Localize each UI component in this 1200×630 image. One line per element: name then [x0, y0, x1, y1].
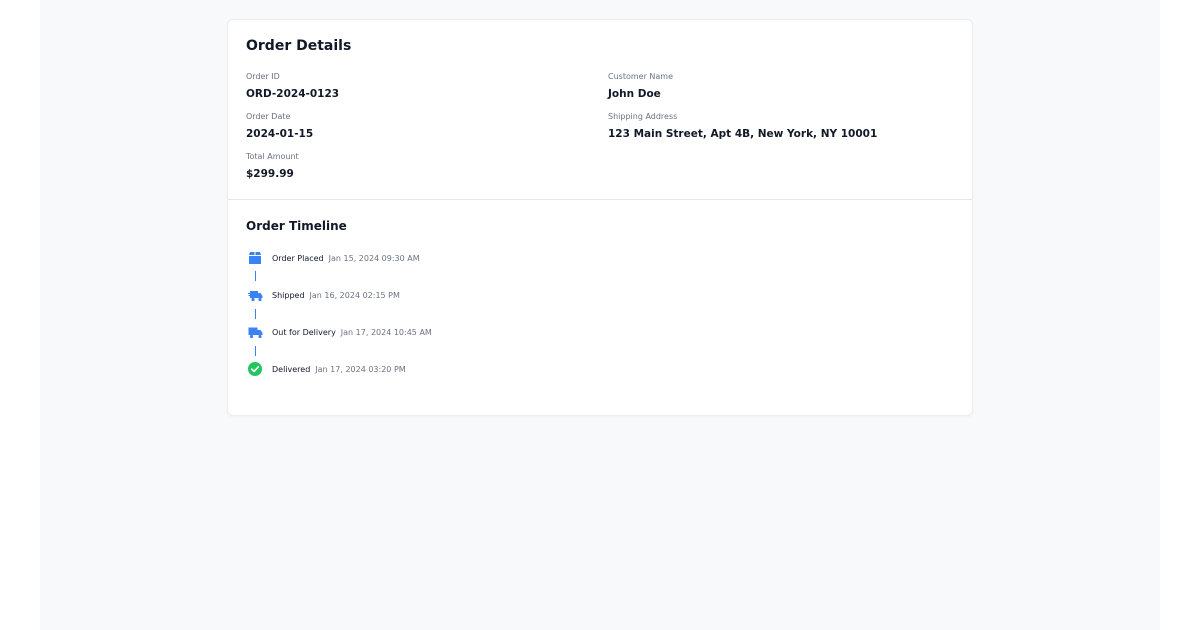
- timeline-connector: [255, 271, 256, 281]
- order-id-value: ORD-2024-0123: [246, 88, 340, 100]
- truck-icon: [246, 324, 264, 340]
- timeline-item-out-for-delivery: Out for Delivery Jan 17, 2024 10:45 AM: [246, 324, 432, 340]
- section-divider: [228, 199, 972, 200]
- customer-name-label: Customer Name: [608, 72, 674, 81]
- total-amount-label: Total Amount: [246, 152, 299, 161]
- timeline-connector: [255, 309, 256, 319]
- order-date-label: Order Date: [246, 112, 291, 121]
- timeline-item-delivered: Delivered Jan 17, 2024 03:20 PM: [246, 361, 406, 377]
- timeline-title: Order Timeline: [246, 219, 347, 233]
- page-title: Order Details: [246, 38, 352, 54]
- shipping-address-label: Shipping Address: [608, 112, 678, 121]
- timeline-event-time: Jan 17, 2024 03:20 PM: [315, 364, 406, 374]
- timeline-item-order-placed: Order Placed Jan 15, 2024 09:30 AM: [246, 250, 420, 266]
- shipping-fast-icon: [246, 287, 264, 303]
- timeline-event-time: Jan 15, 2024 09:30 AM: [328, 253, 420, 263]
- timeline-item-shipped: Shipped Jan 16, 2024 02:15 PM: [246, 287, 400, 303]
- total-amount-field: Total Amount $299.99: [246, 152, 299, 180]
- timeline-connector: [255, 346, 256, 356]
- order-id-field: Order ID ORD-2024-0123: [246, 72, 339, 100]
- timeline-event-label: Shipped: [272, 290, 305, 300]
- timeline-event-label: Delivered: [272, 364, 311, 374]
- timeline-event-label: Order Placed: [272, 253, 324, 263]
- order-details-card: Order Details Order ID ORD-2024-0123 Cus…: [227, 19, 973, 416]
- timeline-event-time: Jan 16, 2024 02:15 PM: [309, 290, 400, 300]
- timeline-event-time: Jan 17, 2024 10:45 AM: [340, 327, 432, 337]
- timeline-event-label: Out for Delivery: [272, 327, 336, 337]
- check-circle-icon: [246, 361, 264, 377]
- customer-name-value: John Doe: [608, 88, 661, 100]
- order-id-label: Order ID: [246, 72, 280, 81]
- total-amount-value: $299.99: [246, 168, 294, 180]
- shipping-address-field: Shipping Address 123 Main Street, Apt 4B…: [608, 112, 877, 140]
- order-date-field: Order Date 2024-01-15: [246, 112, 313, 140]
- customer-name-field: Customer Name John Doe: [608, 72, 673, 100]
- shipping-address-value: 123 Main Street, Apt 4B, New York, NY 10…: [608, 128, 878, 140]
- box-icon: [246, 250, 264, 266]
- order-date-value: 2024-01-15: [246, 128, 314, 140]
